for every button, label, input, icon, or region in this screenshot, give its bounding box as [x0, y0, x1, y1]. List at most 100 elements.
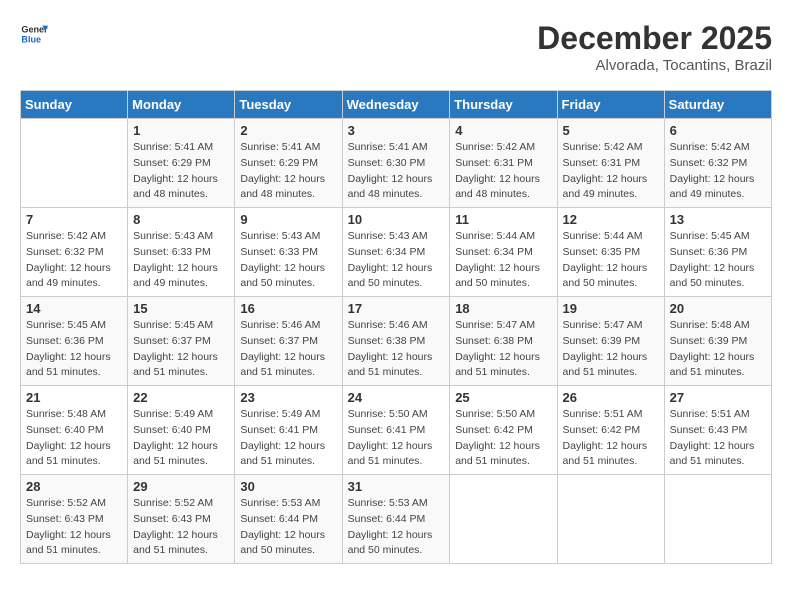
calendar-cell: 3 Sunrise: 5:41 AM Sunset: 6:30 PM Daylig…	[342, 119, 450, 208]
day-header-sunday: Sunday	[21, 91, 128, 119]
day-info: Sunrise: 5:53 AM Sunset: 6:44 PM Dayligh…	[240, 496, 336, 559]
day-info: Sunrise: 5:47 AM Sunset: 6:38 PM Dayligh…	[455, 318, 551, 381]
day-info: Sunrise: 5:42 AM Sunset: 6:31 PM Dayligh…	[455, 140, 551, 203]
day-info: Sunrise: 5:46 AM Sunset: 6:37 PM Dayligh…	[240, 318, 336, 381]
day-info: Sunrise: 5:42 AM Sunset: 6:32 PM Dayligh…	[26, 229, 122, 292]
day-number: 2	[240, 123, 336, 138]
day-header-friday: Friday	[557, 91, 664, 119]
calendar-cell: 20 Sunrise: 5:48 AM Sunset: 6:39 PM Dayli…	[664, 297, 771, 386]
calendar-cell	[664, 475, 771, 564]
calendar-cell: 22 Sunrise: 5:49 AM Sunset: 6:40 PM Dayli…	[128, 386, 235, 475]
calendar-week-2: 7 Sunrise: 5:42 AM Sunset: 6:32 PM Daylig…	[21, 208, 772, 297]
day-number: 28	[26, 479, 122, 494]
calendar-cell: 4 Sunrise: 5:42 AM Sunset: 6:31 PM Daylig…	[450, 119, 557, 208]
day-number: 9	[240, 212, 336, 227]
day-info: Sunrise: 5:47 AM Sunset: 6:39 PM Dayligh…	[563, 318, 659, 381]
calendar-body: 1 Sunrise: 5:41 AM Sunset: 6:29 PM Daylig…	[21, 119, 772, 564]
calendar-cell: 28 Sunrise: 5:52 AM Sunset: 6:43 PM Dayli…	[21, 475, 128, 564]
day-info: Sunrise: 5:51 AM Sunset: 6:42 PM Dayligh…	[563, 407, 659, 470]
day-number: 11	[455, 212, 551, 227]
day-number: 20	[670, 301, 766, 316]
day-info: Sunrise: 5:48 AM Sunset: 6:39 PM Dayligh…	[670, 318, 766, 381]
day-info: Sunrise: 5:49 AM Sunset: 6:40 PM Dayligh…	[133, 407, 229, 470]
calendar-cell: 15 Sunrise: 5:45 AM Sunset: 6:37 PM Dayli…	[128, 297, 235, 386]
day-number: 26	[563, 390, 659, 405]
day-info: Sunrise: 5:41 AM Sunset: 6:30 PM Dayligh…	[348, 140, 445, 203]
day-number: 25	[455, 390, 551, 405]
day-header-wednesday: Wednesday	[342, 91, 450, 119]
calendar-cell: 1 Sunrise: 5:41 AM Sunset: 6:29 PM Daylig…	[128, 119, 235, 208]
day-info: Sunrise: 5:53 AM Sunset: 6:44 PM Dayligh…	[348, 496, 445, 559]
calendar-cell: 30 Sunrise: 5:53 AM Sunset: 6:44 PM Dayli…	[235, 475, 342, 564]
month-title: December 2025	[537, 20, 772, 57]
calendar-week-3: 14Sunrise: 5:45 AM Sunset: 6:36 PM Dayli…	[21, 297, 772, 386]
day-number: 19	[563, 301, 659, 316]
calendar-cell: 7 Sunrise: 5:42 AM Sunset: 6:32 PM Daylig…	[21, 208, 128, 297]
day-info: Sunrise: 5:41 AM Sunset: 6:29 PM Dayligh…	[240, 140, 336, 203]
day-info: Sunrise: 5:41 AM Sunset: 6:29 PM Dayligh…	[133, 140, 229, 203]
calendar-cell: 6Sunrise: 5:42 AM Sunset: 6:32 PM Daylig…	[664, 119, 771, 208]
day-number: 12	[563, 212, 659, 227]
day-number: 27	[670, 390, 766, 405]
calendar-cell: 18 Sunrise: 5:47 AM Sunset: 6:38 PM Dayli…	[450, 297, 557, 386]
calendar-cell: 24 Sunrise: 5:50 AM Sunset: 6:41 PM Dayli…	[342, 386, 450, 475]
calendar-cell	[21, 119, 128, 208]
calendar-cell	[557, 475, 664, 564]
day-info: Sunrise: 5:45 AM Sunset: 6:36 PM Dayligh…	[670, 229, 766, 292]
day-number: 18	[455, 301, 551, 316]
day-info: Sunrise: 5:51 AM Sunset: 6:43 PM Dayligh…	[670, 407, 766, 470]
calendar-table: SundayMondayTuesdayWednesdayThursdayFrid…	[20, 90, 772, 564]
day-info: Sunrise: 5:50 AM Sunset: 6:41 PM Dayligh…	[348, 407, 445, 470]
day-info: Sunrise: 5:52 AM Sunset: 6:43 PM Dayligh…	[26, 496, 122, 559]
day-number: 15	[133, 301, 229, 316]
logo-icon: General Blue	[20, 20, 48, 48]
day-info: Sunrise: 5:50 AM Sunset: 6:42 PM Dayligh…	[455, 407, 551, 470]
calendar-header-row: SundayMondayTuesdayWednesdayThursdayFrid…	[21, 91, 772, 119]
day-info: Sunrise: 5:42 AM Sunset: 6:31 PM Dayligh…	[563, 140, 659, 203]
calendar-cell: 13Sunrise: 5:45 AM Sunset: 6:36 PM Dayli…	[664, 208, 771, 297]
calendar-cell: 12Sunrise: 5:44 AM Sunset: 6:35 PM Dayli…	[557, 208, 664, 297]
day-number: 30	[240, 479, 336, 494]
calendar-cell: 17Sunrise: 5:46 AM Sunset: 6:38 PM Dayli…	[342, 297, 450, 386]
day-number: 31	[348, 479, 445, 494]
day-header-monday: Monday	[128, 91, 235, 119]
day-number: 7	[26, 212, 122, 227]
day-number: 1	[133, 123, 229, 138]
day-number: 3	[348, 123, 445, 138]
day-info: Sunrise: 5:49 AM Sunset: 6:41 PM Dayligh…	[240, 407, 336, 470]
calendar-cell: 10 Sunrise: 5:43 AM Sunset: 6:34 PM Dayli…	[342, 208, 450, 297]
day-info: Sunrise: 5:46 AM Sunset: 6:38 PM Dayligh…	[348, 318, 445, 381]
day-info: Sunrise: 5:43 AM Sunset: 6:34 PM Dayligh…	[348, 229, 445, 292]
day-number: 8	[133, 212, 229, 227]
day-info: Sunrise: 5:52 AM Sunset: 6:43 PM Dayligh…	[133, 496, 229, 559]
logo: General Blue	[20, 20, 48, 48]
day-number: 10	[348, 212, 445, 227]
day-number: 4	[455, 123, 551, 138]
calendar-cell: 2 Sunrise: 5:41 AM Sunset: 6:29 PM Daylig…	[235, 119, 342, 208]
day-info: Sunrise: 5:48 AM Sunset: 6:40 PM Dayligh…	[26, 407, 122, 470]
calendar-cell: 26 Sunrise: 5:51 AM Sunset: 6:42 PM Dayli…	[557, 386, 664, 475]
page-header: General Blue December 2025 Alvorada, Toc…	[20, 20, 772, 74]
day-info: Sunrise: 5:43 AM Sunset: 6:33 PM Dayligh…	[133, 229, 229, 292]
title-block: December 2025 Alvorada, Tocantins, Brazi…	[537, 20, 772, 74]
day-number: 22	[133, 390, 229, 405]
calendar-week-5: 28 Sunrise: 5:52 AM Sunset: 6:43 PM Dayli…	[21, 475, 772, 564]
day-number: 24	[348, 390, 445, 405]
day-number: 16	[240, 301, 336, 316]
day-info: Sunrise: 5:44 AM Sunset: 6:34 PM Dayligh…	[455, 229, 551, 292]
day-info: Sunrise: 5:42 AM Sunset: 6:32 PM Dayligh…	[670, 140, 766, 203]
calendar-cell: 27 Sunrise: 5:51 AM Sunset: 6:43 PM Dayli…	[664, 386, 771, 475]
calendar-cell	[450, 475, 557, 564]
day-info: Sunrise: 5:43 AM Sunset: 6:33 PM Dayligh…	[240, 229, 336, 292]
day-number: 14	[26, 301, 122, 316]
day-number: 5	[563, 123, 659, 138]
day-header-saturday: Saturday	[664, 91, 771, 119]
location-subtitle: Alvorada, Tocantins, Brazil	[537, 57, 772, 74]
calendar-cell: 11 Sunrise: 5:44 AM Sunset: 6:34 PM Dayli…	[450, 208, 557, 297]
day-header-thursday: Thursday	[450, 91, 557, 119]
day-info: Sunrise: 5:45 AM Sunset: 6:37 PM Dayligh…	[133, 318, 229, 381]
day-number: 21	[26, 390, 122, 405]
svg-text:Blue: Blue	[21, 34, 41, 44]
calendar-cell: 31 Sunrise: 5:53 AM Sunset: 6:44 PM Dayli…	[342, 475, 450, 564]
calendar-cell: 29Sunrise: 5:52 AM Sunset: 6:43 PM Dayli…	[128, 475, 235, 564]
